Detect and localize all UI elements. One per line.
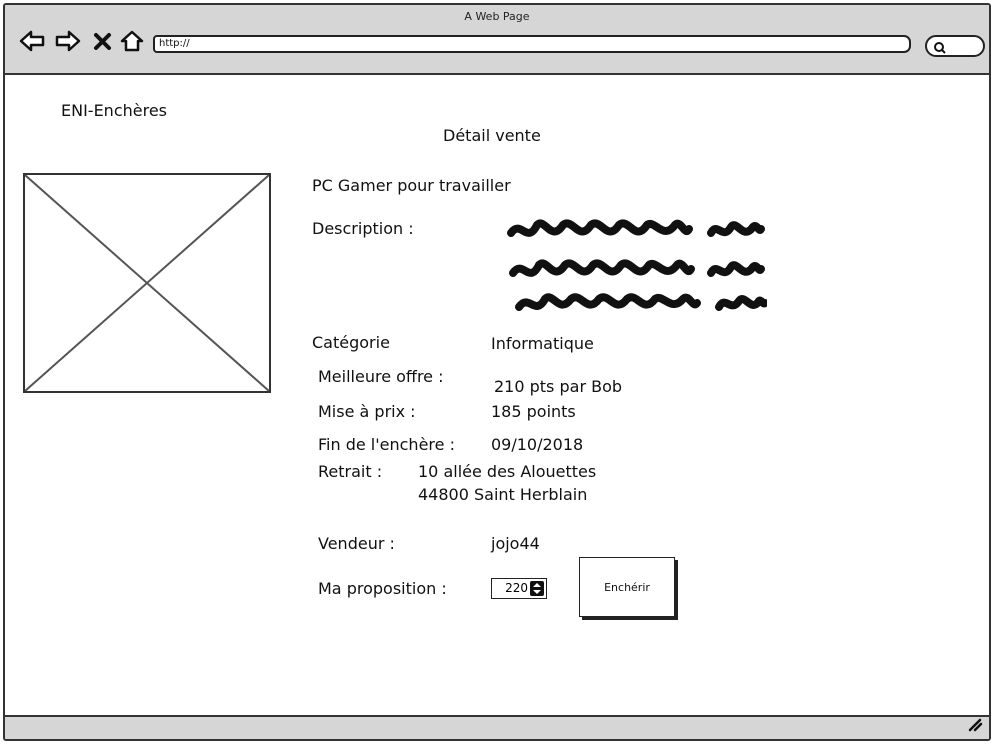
pickup-address-line1: 10 allée des Alouettes [418,462,597,481]
best-offer-label: Meilleure offre : [318,367,444,386]
close-icon[interactable] [93,29,113,53]
bid-button[interactable]: Enchérir [579,557,675,617]
category-value: Informatique [491,334,594,353]
browser-toolbar: A Web Page http:// [5,5,989,75]
search-box[interactable] [925,35,985,57]
bid-label: Ma proposition : [318,579,447,598]
browser-window: A Web Page http:// ENI-Enchères Détail v… [3,3,991,741]
seller-label: Vendeur : [318,534,395,553]
item-image-placeholder [23,173,271,393]
start-price-label: Mise à prix : [318,402,416,421]
bid-amount-input[interactable] [494,581,528,595]
item-name: PC Gamer pour travailler [312,176,511,195]
brand-logo[interactable]: ENI-Enchères [61,101,167,120]
back-arrow-icon[interactable] [19,29,45,53]
forward-arrow-icon[interactable] [55,29,81,53]
description-redacted-scribble [507,219,767,311]
end-date-value: 09/10/2018 [491,435,584,454]
start-price-value: 185 points [491,402,576,421]
pickup-label: Retrait : [318,462,383,481]
home-icon[interactable] [119,29,145,53]
stepper-arrows-icon[interactable] [530,581,544,596]
best-offer-value: 210 pts par Bob [494,377,623,396]
pickup-address-line2: 44800 Saint Herblain [418,485,588,504]
end-date-label: Fin de l'enchère : [318,435,455,454]
category-label: Catégorie [312,333,390,352]
url-input[interactable]: http:// [153,35,911,53]
page-title: Détail vente [443,126,541,145]
search-icon [933,40,947,59]
resize-grip-icon[interactable] [967,716,983,736]
seller-value[interactable]: jojo44 [491,534,540,553]
status-bar [5,715,989,739]
description-label: Description : [312,219,414,238]
window-title: A Web Page [464,10,530,23]
bid-amount-stepper[interactable] [491,578,547,599]
